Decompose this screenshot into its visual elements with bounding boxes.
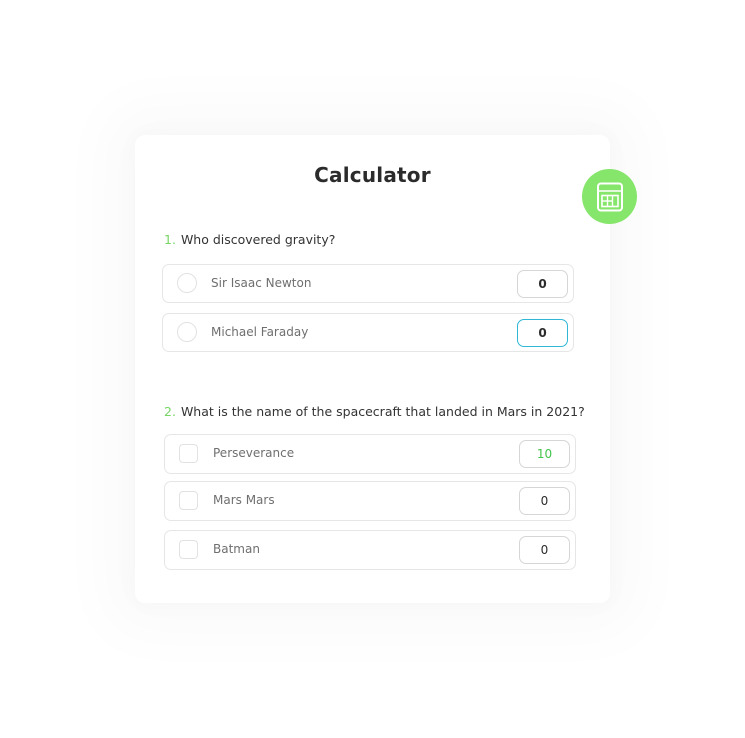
question-number: 1. [164, 232, 176, 247]
option-perseverance[interactable]: Perseverance [164, 434, 576, 474]
question-text: Who discovered gravity? [180, 232, 336, 247]
card-title: Calculator [314, 163, 431, 187]
checkbox[interactable] [179, 540, 198, 559]
option-label: Batman [213, 542, 260, 556]
option-michael-faraday[interactable]: Michael Faraday [162, 313, 574, 352]
page: Calculator 1. Who discovered gravity? Sir… [0, 0, 745, 738]
score-input[interactable] [519, 536, 570, 564]
option-label: Mars Mars [213, 493, 275, 507]
calculator-icon [596, 182, 623, 211]
question-text: What is the name of the spacecraft that … [180, 404, 585, 419]
radio-button[interactable] [177, 273, 197, 293]
option-batman[interactable]: Batman [164, 530, 576, 570]
score-input[interactable] [517, 270, 568, 298]
checkbox[interactable] [179, 491, 198, 510]
option-label: Perseverance [213, 446, 295, 460]
question-number: 2. [164, 404, 176, 419]
option-mars-mars[interactable]: Mars Mars [164, 481, 576, 521]
calculator-badge-button[interactable] [582, 169, 637, 224]
option-label: Sir Isaac Newton [211, 276, 312, 290]
question-1: 1. Who discovered gravity? [164, 232, 335, 247]
score-input[interactable] [519, 440, 570, 468]
checkbox[interactable] [179, 444, 198, 463]
score-input[interactable] [517, 319, 568, 347]
calculator-card: Calculator 1. Who discovered gravity? Sir… [135, 135, 637, 603]
option-sir-isaac-newton[interactable]: Sir Isaac Newton [162, 264, 574, 303]
question-2: 2. What is the name of the spacecraft tha… [164, 404, 585, 419]
radio-button[interactable] [177, 322, 197, 342]
score-input[interactable] [519, 487, 570, 515]
option-label: Michael Faraday [211, 325, 309, 339]
